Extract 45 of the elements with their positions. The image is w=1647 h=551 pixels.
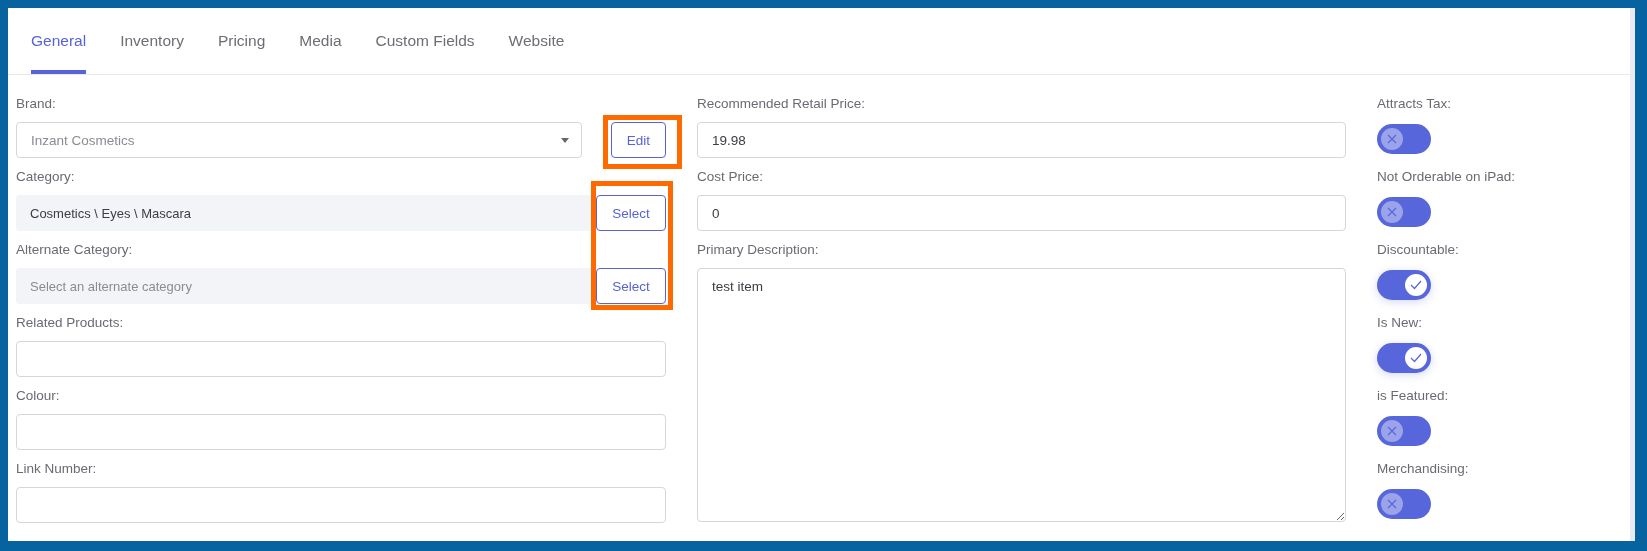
close-icon [1387,426,1397,436]
toggle-switch[interactable] [1377,416,1431,446]
field-label: Colour: [16,387,61,405]
check-icon [1410,353,1422,363]
toggle-switch[interactable] [1377,343,1431,373]
select-button[interactable]: Select [596,268,666,304]
tab[interactable]: Website [508,8,565,74]
toggle-label: Is New: [1377,314,1423,332]
tab[interactable]: Inventory [120,8,184,74]
input-field[interactable] [16,341,666,377]
toggle-label: Attracts Tax: [1377,95,1453,113]
check-icon [1410,280,1422,290]
select-button[interactable]: Select [596,195,666,231]
toggle-switch[interactable] [1377,124,1431,154]
field-label: Brand: [16,95,57,113]
field-label: Category: [16,168,76,186]
input-field[interactable] [16,487,666,523]
input-field[interactable] [16,414,666,450]
close-icon [1387,134,1397,144]
tab[interactable]: General [31,8,87,74]
field-label: Recommended Retail Price: [697,95,867,113]
tab[interactable]: Pricing [217,8,266,74]
toggle-label: is Featured: [1377,387,1450,405]
tab[interactable]: Custom Fields [375,8,475,74]
input-field[interactable]: 0 [697,195,1346,231]
toggle-switch[interactable] [1377,489,1431,519]
close-icon [1387,499,1397,509]
toggle-label: Merchandising: [1377,460,1470,478]
description-field[interactable]: test item [697,268,1346,522]
field-label: Link Number: [16,460,98,478]
toggle-switch[interactable] [1377,197,1431,227]
caret-icon [561,137,569,143]
toggle-label: Not Orderable on iPad: [1377,168,1517,186]
field-label: Cost Price: [697,168,765,186]
edit-button[interactable]: Edit [611,122,666,158]
close-icon [1387,207,1397,217]
field-label: Primary Description: [697,241,820,259]
toggle-label: Discountable: [1377,241,1460,259]
input-field[interactable]: 19.98 [697,122,1346,158]
field-label: Related Products: [16,314,125,332]
tab[interactable]: Media [299,8,342,74]
toggle-switch[interactable] [1377,270,1431,300]
field-label: Alternate Category: [16,241,134,259]
brand-select[interactable]: Inzant Cosmetics [16,122,582,158]
select-value: Inzant Cosmetics [31,132,135,148]
